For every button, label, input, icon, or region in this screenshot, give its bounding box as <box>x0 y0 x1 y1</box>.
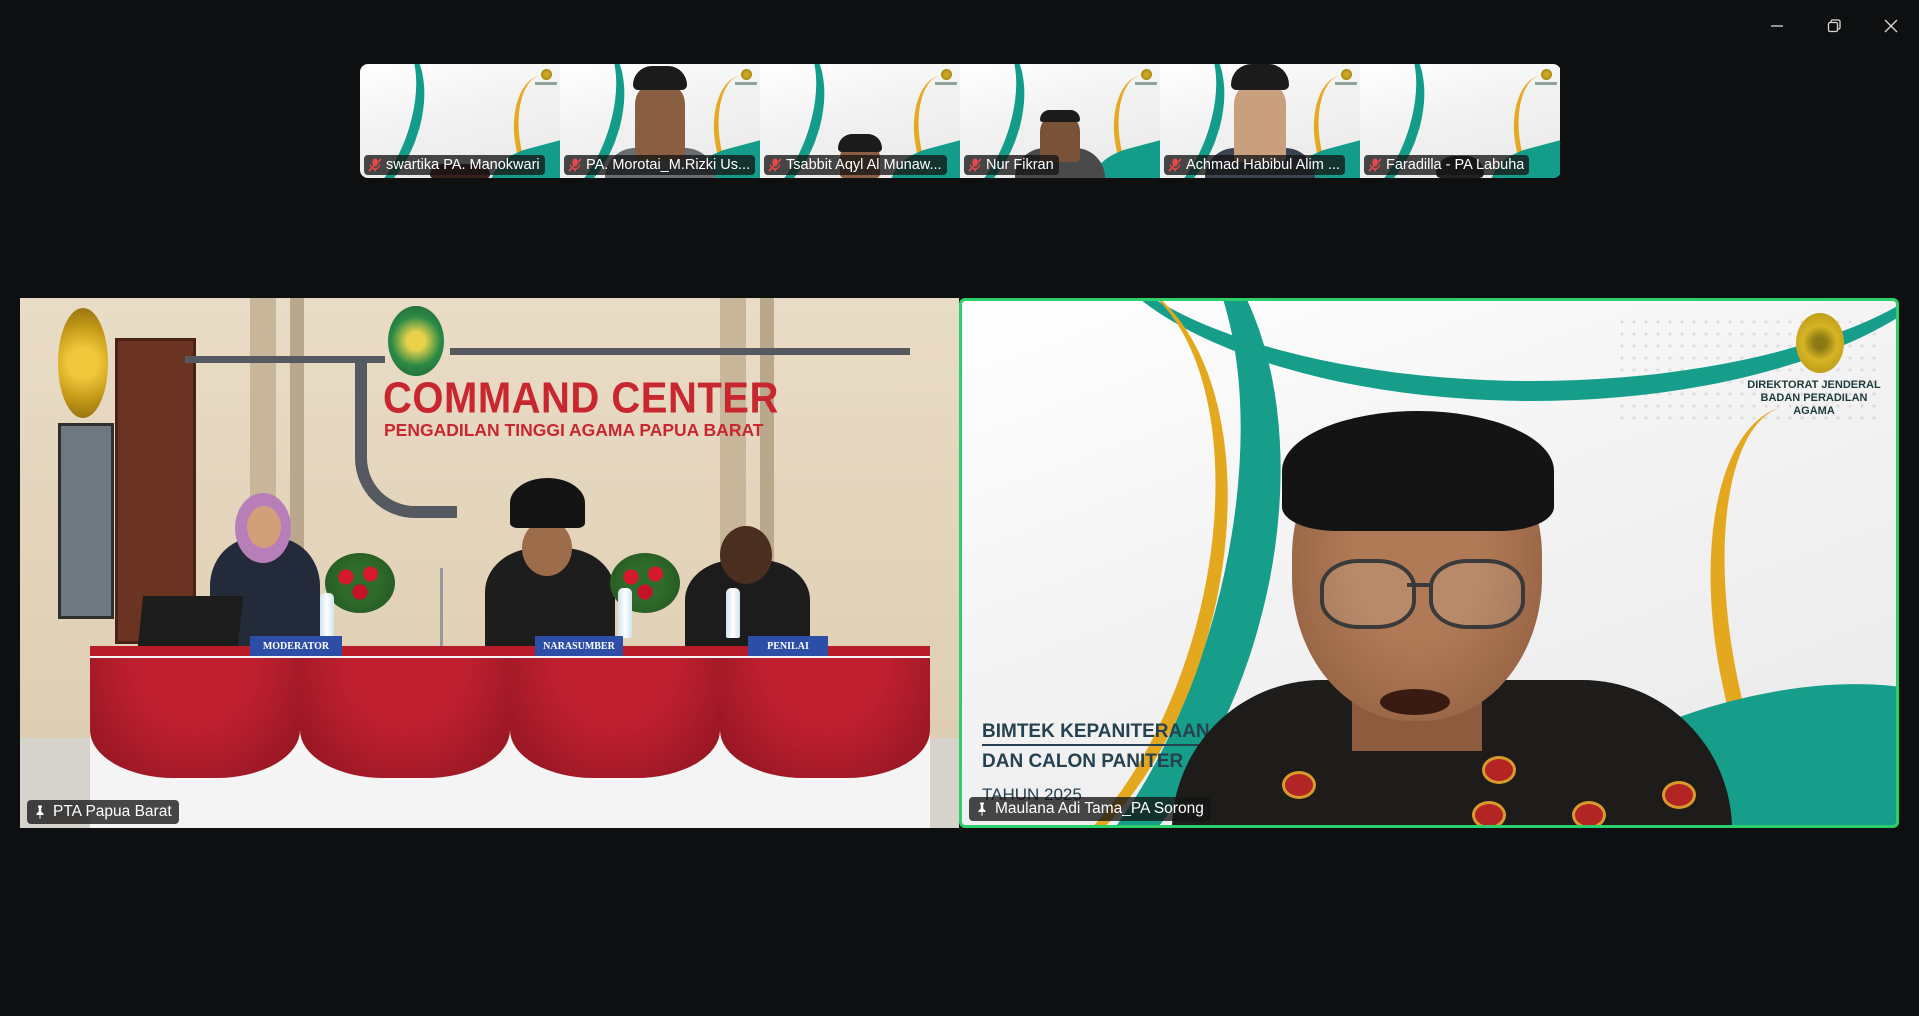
participant-thumbnail[interactable]: Achmad Habibul Alim ... <box>1160 64 1360 178</box>
tile-participant-name: PTA Papua Barat <box>53 803 172 820</box>
participant-name-tag: Achmad Habibul Alim ... <box>1164 155 1345 175</box>
org-logo-icon <box>1141 69 1152 80</box>
participant-name: Tsabbit Aqyl Al Munaw... <box>786 157 942 173</box>
video-tile-maulana-adi-tama[interactable]: DIREKTORAT JENDERAL BADAN PERADILAN AGAM… <box>959 298 1899 828</box>
participant-name: swartika PA. Manokwari <box>386 157 540 173</box>
command-center-title: COMMAND CENTER <box>383 373 779 423</box>
restore-button[interactable] <box>1805 0 1862 52</box>
mic-muted-icon <box>1168 158 1182 172</box>
participant-thumbnail[interactable]: swartika PA. Manokwari <box>360 64 560 178</box>
command-center-logo-icon <box>388 306 444 376</box>
slide-org-name: DIREKTORAT JENDERAL BADAN PERADILAN AGAM… <box>1744 379 1884 418</box>
org-logo-icon <box>1541 69 1552 80</box>
window-controls <box>1748 0 1919 52</box>
participant-name-tag: PA. Morotai_M.Rizki Us... <box>564 155 756 175</box>
org-logo-icon <box>541 69 552 80</box>
mic-muted-icon <box>768 158 782 172</box>
pin-icon <box>978 802 986 816</box>
participant-thumbnail[interactable]: PA. Morotai_M.Rizki Us... <box>560 64 760 178</box>
pin-icon <box>36 805 44 819</box>
badilag-logo-icon <box>1796 313 1844 373</box>
nameplate-moderator: MODERATOR <box>250 636 342 656</box>
mic-muted-icon <box>968 158 982 172</box>
slide-org-line1: DIREKTORAT JENDERAL <box>1747 379 1881 391</box>
participant-name-tag: Nur Fikran <box>964 155 1059 175</box>
participant-name: Nur Fikran <box>986 157 1054 173</box>
command-center-subtitle: PENGADILAN TINGGI AGAMA PAPUA BARAT <box>384 420 764 440</box>
tile-participant-name: Maulana Adi Tama_PA Sorong <box>995 800 1204 817</box>
mic-muted-icon <box>568 158 582 172</box>
tile-name-tag: Maulana Adi Tama_PA Sorong <box>969 797 1211 821</box>
participant-thumbnail[interactable]: Nur Fikran <box>960 64 1160 178</box>
mic-muted-icon <box>368 158 382 172</box>
mic-muted-icon <box>1368 158 1382 172</box>
participant-name: Achmad Habibul Alim ... <box>1186 157 1340 173</box>
participant-thumbnail[interactable]: Tsabbit Aqyl Al Munaw... <box>760 64 960 178</box>
minimize-button[interactable] <box>1748 0 1805 52</box>
org-logo-icon <box>1341 69 1352 80</box>
video-tile-pta-papua-barat[interactable]: COMMAND CENTER PENGADILAN TINGGI AGAMA P… <box>20 298 959 828</box>
nameplate-penilai: PENILAI <box>748 636 828 656</box>
slide-title-line1: BIMTEK KEPANITERAAN <box>982 721 1210 742</box>
wall-emblem-icon <box>58 308 108 418</box>
participant-name-tag: swartika PA. Manokwari <box>364 155 545 175</box>
participant-name-tag: Tsabbit Aqyl Al Munaw... <box>764 155 947 175</box>
restore-icon <box>1827 19 1841 33</box>
slide-title-line2: DAN CALON PANITER <box>982 751 1184 772</box>
org-logo-icon <box>941 69 952 80</box>
participant-thumbnail[interactable]: Faradilla - PA Labuha <box>1360 64 1560 178</box>
tile-name-tag: PTA Papua Barat <box>27 800 179 824</box>
participant-name-tag: Faradilla - PA Labuha <box>1364 155 1530 175</box>
close-button[interactable] <box>1862 0 1919 52</box>
participant-name: Faradilla - PA Labuha <box>1386 157 1525 173</box>
slide-org-line2: BADAN PERADILAN AGAMA <box>1760 392 1868 417</box>
participant-thumbnail-strip: swartika PA. Manokwari PA. Morotai_M.Riz… <box>360 64 1561 178</box>
close-icon <box>1884 19 1897 33</box>
minimize-icon <box>1770 25 1783 27</box>
participant-name: PA. Morotai_M.Rizki Us... <box>586 157 751 173</box>
org-logo-icon <box>741 69 752 80</box>
nameplate-narasumber: NARASUMBER <box>535 636 623 656</box>
meeting-window: swartika PA. Manokwari PA. Morotai_M.Riz… <box>0 0 1919 1016</box>
